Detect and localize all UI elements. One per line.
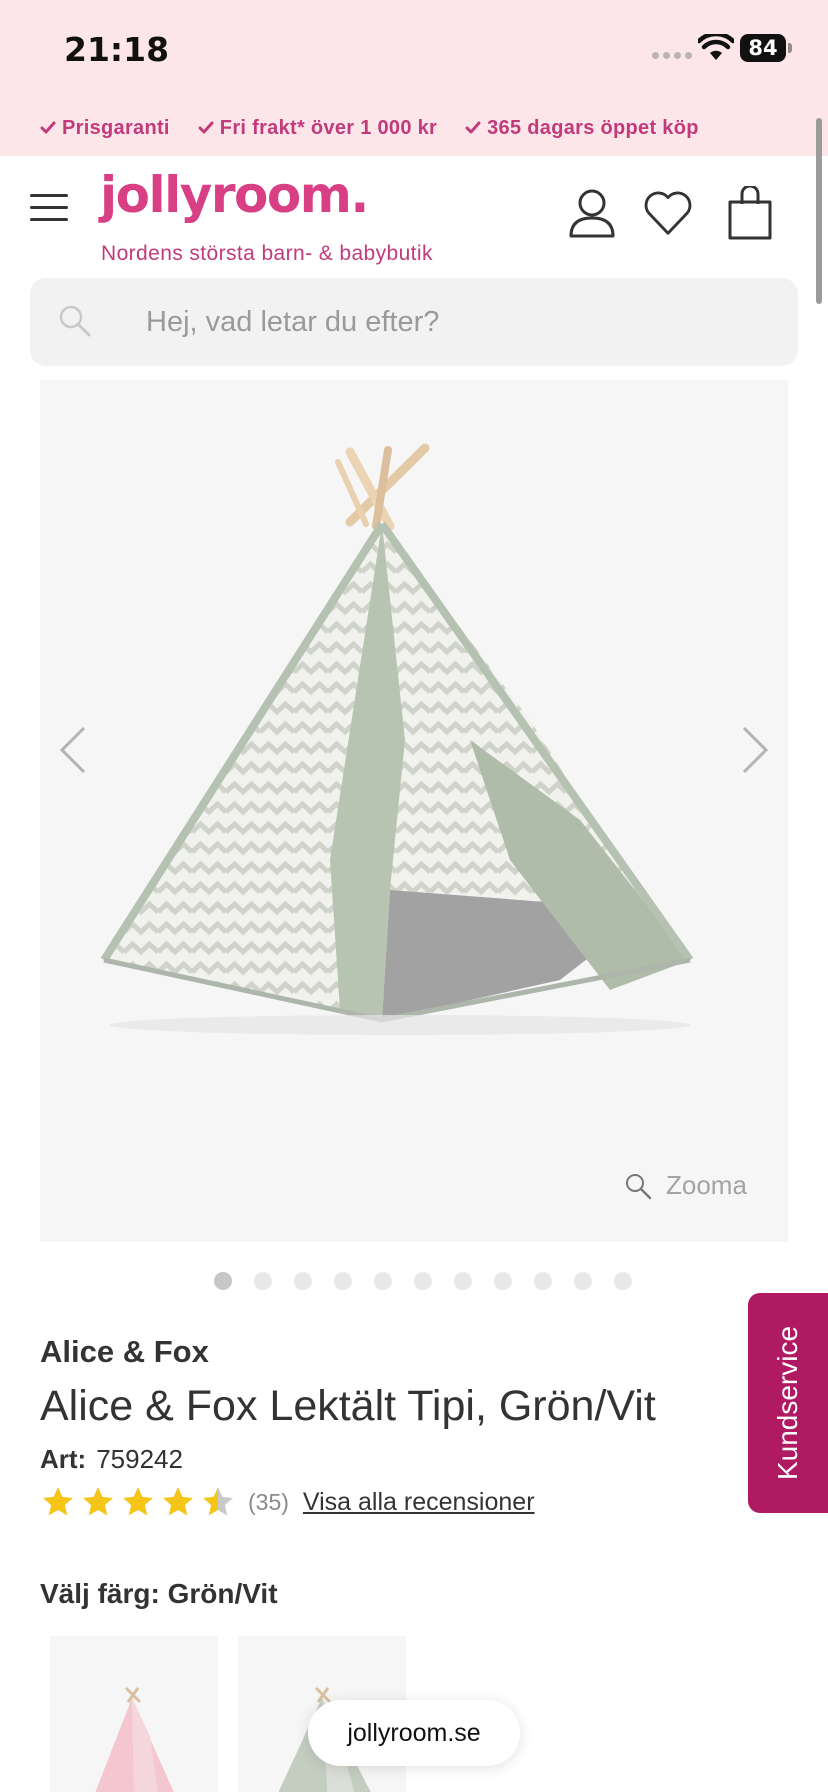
- tagline: Nordens största barn- & babybutik: [101, 242, 433, 265]
- product-title: Alice & Fox Lektält Tipi, Grön/Vit: [40, 1382, 656, 1430]
- wishlist-icon[interactable]: [642, 186, 694, 240]
- cellular-signal-icon: [652, 52, 692, 59]
- swatch-pink-image: [95, 1686, 174, 1792]
- battery-cap: [788, 43, 792, 53]
- usp-label: Fri frakt* över 1 000 kr: [219, 116, 438, 139]
- usp-item: 365 dagars öppet köp: [465, 117, 699, 140]
- pagination-dot[interactable]: [294, 1272, 312, 1290]
- product-image-gallery[interactable]: Zooma: [40, 380, 788, 1242]
- check-icon: [198, 121, 214, 134]
- pagination-dot[interactable]: [414, 1272, 432, 1290]
- color-swatch-pink[interactable]: [50, 1636, 218, 1792]
- next-image-arrow[interactable]: [736, 720, 776, 780]
- scrollbar[interactable]: [816, 118, 822, 304]
- star-full-icon: [123, 1487, 153, 1516]
- usp-label: 365 dagars öppet köp: [487, 116, 699, 139]
- menu-icon[interactable]: [30, 194, 70, 224]
- star-full-icon: [163, 1487, 193, 1516]
- product-image: [100, 443, 694, 1035]
- article-value: 759242: [96, 1444, 183, 1474]
- all-reviews-link[interactable]: Visa alla recensioner: [303, 1488, 535, 1517]
- image-pagination-dots: [214, 1272, 632, 1290]
- search-icon: [59, 305, 91, 337]
- pagination-dot[interactable]: [494, 1272, 512, 1290]
- pagination-dot[interactable]: [214, 1272, 232, 1290]
- check-icon: [465, 121, 481, 134]
- zoom-button[interactable]: Zooma: [624, 1170, 747, 1201]
- zoom-label: Zooma: [666, 1170, 747, 1200]
- previous-image-arrow[interactable]: [52, 720, 92, 780]
- usp-item: Fri frakt* över 1 000 kr: [198, 117, 437, 140]
- star-full-icon: [83, 1487, 113, 1516]
- status-bar: 21:18 84: [0, 0, 828, 100]
- color-select-label: Välj färg: Grön/Vit: [40, 1578, 278, 1609]
- customer-service-button[interactable]: Kundservice: [748, 1293, 828, 1513]
- pagination-dot[interactable]: [454, 1272, 472, 1290]
- customer-service-label: Kundservice: [772, 1325, 803, 1481]
- usp-label: Prisgaranti: [62, 116, 170, 139]
- usp-bar: Prisgaranti Fri frakt* över 1 000 kr 365…: [0, 100, 828, 156]
- star-half-icon: [203, 1487, 233, 1516]
- pagination-dot[interactable]: [534, 1272, 552, 1290]
- product-rating: (35) Visa alla recensioner: [40, 1484, 535, 1520]
- star-full-icon: [43, 1487, 73, 1516]
- status-time: 21:18: [64, 30, 170, 69]
- zoom-icon: [626, 1173, 652, 1199]
- article-number: Art: 759242: [40, 1444, 183, 1475]
- pagination-dot[interactable]: [254, 1272, 272, 1290]
- cart-icon[interactable]: [724, 186, 776, 240]
- pagination-dot[interactable]: [374, 1272, 392, 1290]
- logo[interactable]: jollyroom.: [100, 166, 369, 224]
- pagination-dot[interactable]: [614, 1272, 632, 1290]
- account-icon[interactable]: [566, 186, 618, 240]
- product-brand[interactable]: Alice & Fox: [40, 1334, 209, 1370]
- pagination-dot[interactable]: [334, 1272, 352, 1290]
- site-header: jollyroom. Nordens största barn- & babyb…: [0, 156, 828, 276]
- review-count: (35): [248, 1488, 289, 1515]
- article-label: Art:: [40, 1444, 87, 1474]
- battery-icon: 84: [740, 34, 786, 62]
- search-input[interactable]: [116, 278, 766, 366]
- usp-item: Prisgaranti: [40, 117, 170, 140]
- check-icon: [40, 121, 56, 134]
- wifi-icon: [698, 34, 734, 60]
- browser-url-pill[interactable]: jollyroom.se: [308, 1700, 520, 1766]
- pagination-dot[interactable]: [574, 1272, 592, 1290]
- search-bar[interactable]: [30, 278, 798, 366]
